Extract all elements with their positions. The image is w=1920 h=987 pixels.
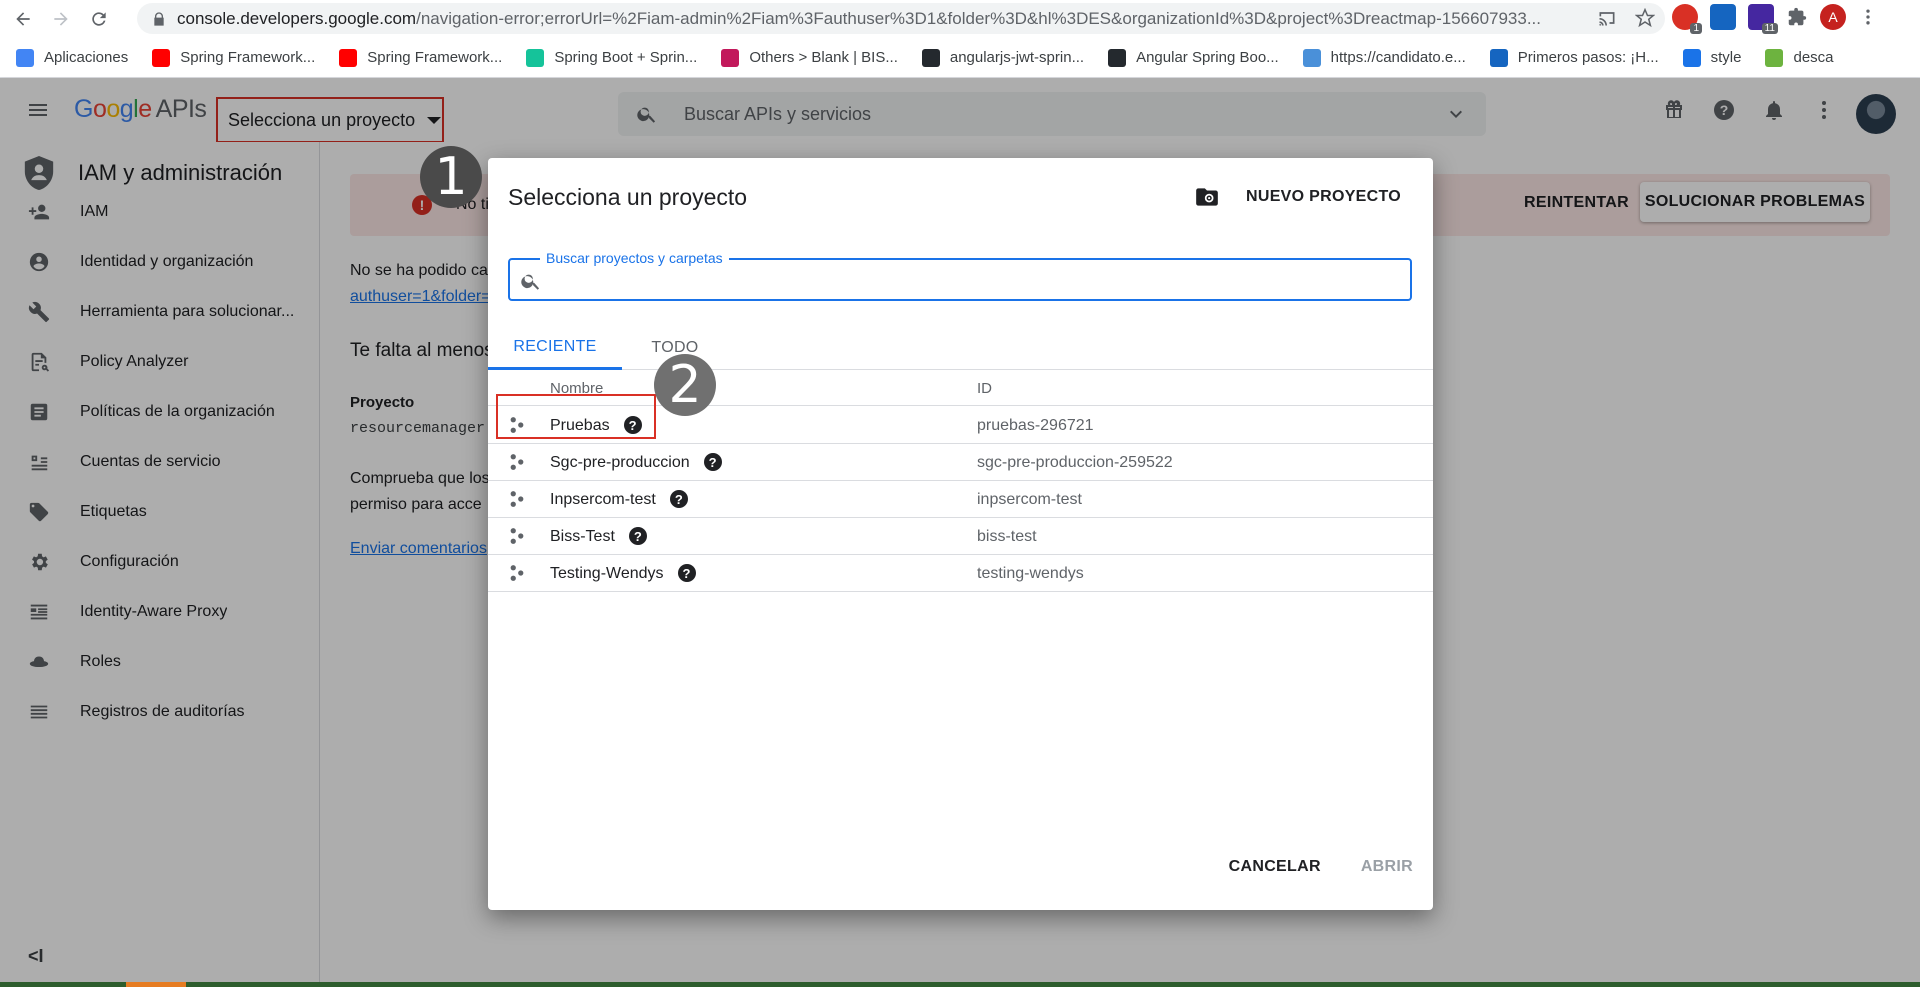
step-marker-2: 2 — [654, 354, 716, 416]
extension-opera-icon[interactable]: 1 — [1672, 4, 1702, 34]
project-hexagon-icon — [510, 454, 524, 470]
project-name: Biss-Test? — [550, 527, 647, 546]
extension-trello-icon[interactable] — [1710, 4, 1736, 30]
help-icon[interactable]: ? — [628, 527, 647, 545]
bookmark-label: Angular Spring Boo... — [1136, 49, 1279, 66]
url-text: console.developers.google.com/navigation… — [177, 8, 1542, 28]
bookmark-item[interactable]: Primeros pasos: ¡H... — [1489, 48, 1659, 67]
project-name: Sgc-pre-produccion? — [550, 453, 722, 472]
bookmark-item[interactable]: desca — [1765, 48, 1834, 67]
apps-grid-icon — [16, 48, 34, 67]
bookmarks-bar: Aplicaciones Spring Framework... Spring Fr… — [0, 38, 1920, 78]
extension-school-icon[interactable]: 11 — [1748, 4, 1778, 34]
box-icon — [721, 48, 740, 67]
bookmark-item[interactable]: angularjs-jwt-sprin... — [921, 48, 1085, 67]
arrow-right-icon — [54, 12, 68, 26]
github-icon — [921, 48, 940, 67]
open-button[interactable]: ABRIR — [1361, 858, 1413, 876]
project-row[interactable]: Biss-Test? biss-test — [488, 518, 1433, 555]
step-marker-1: 1 — [420, 146, 482, 208]
project-row[interactable]: Sgc-pre-produccion? sgc-pre-produccion-25… — [488, 444, 1433, 481]
annotation-highlight-box — [496, 394, 656, 439]
extension-badge: 1 — [1690, 23, 1702, 34]
spring-icon — [1765, 48, 1784, 67]
project-id: pruebas-296721 — [977, 417, 1094, 434]
new-project-button[interactable]: NUEVO PROYECTO — [1194, 184, 1401, 210]
bookmark-label: style — [1710, 49, 1742, 66]
grammarly-icon — [526, 48, 545, 67]
forward-button[interactable] — [46, 4, 76, 34]
tab-reciente[interactable]: RECIENTE — [488, 326, 622, 370]
project-name: Testing-Wendys? — [550, 564, 696, 583]
new-project-label: NUEVO PROYECTO — [1246, 188, 1402, 205]
bookmark-item[interactable]: https://candidato.e... — [1302, 48, 1466, 67]
bookmark-item[interactable]: Aplicaciones — [16, 48, 129, 67]
bookmark-label: Spring Boot + Sprin... — [554, 49, 698, 66]
project-search-input[interactable] — [550, 264, 1400, 296]
bookmark-label: Primeros pasos: ¡H... — [1517, 49, 1659, 66]
browser-toolbar: console.developers.google.com/navigation… — [0, 0, 1920, 38]
project-search-field[interactable]: Buscar proyectos y carpetas — [508, 250, 1412, 301]
project-id: inpsercom-test — [977, 491, 1082, 508]
bookmark-label: Spring Framework... — [367, 49, 503, 66]
help-icon[interactable]: ? — [703, 453, 722, 471]
bookmark-item[interactable]: Spring Framework... — [339, 48, 503, 67]
bookmark-label: Aplicaciones — [44, 49, 129, 66]
project-hexagon-icon — [510, 528, 524, 544]
dialog-title: Selecciona un proyecto — [508, 184, 748, 210]
taskbar-strip — [0, 982, 1920, 987]
profile-avatar[interactable]: A — [1820, 4, 1846, 30]
cast-icon[interactable] — [1597, 8, 1617, 28]
bookmark-label: Spring Framework... — [180, 49, 316, 66]
project-name: Inpsercom-test? — [550, 490, 688, 509]
project-row[interactable]: Inpsercom-test? inpsercom-test — [488, 481, 1433, 518]
star-icon[interactable] — [1635, 8, 1655, 28]
bookmark-item[interactable]: Spring Framework... — [152, 48, 316, 67]
project-id: sgc-pre-produccion-259522 — [977, 454, 1173, 471]
project-id: biss-test — [977, 528, 1037, 545]
bookmark-item[interactable]: style — [1682, 48, 1742, 67]
arrow-left-icon — [16, 12, 30, 26]
extension-badge: 11 — [1761, 23, 1778, 34]
chrome-menu-icon[interactable] — [1858, 4, 1878, 30]
project-row[interactable]: Testing-Wendys? testing-wendys — [488, 555, 1433, 592]
help-icon[interactable]: ? — [669, 490, 688, 508]
bookmark-label: desca — [1793, 49, 1834, 66]
project-hexagon-icon — [510, 491, 524, 507]
project-id: testing-wendys — [977, 565, 1084, 582]
bookmark-label: https://candidato.e... — [1330, 49, 1466, 66]
bookmark-item[interactable]: Spring Boot + Sprin... — [526, 48, 698, 67]
play-icon — [1489, 48, 1508, 67]
address-bar[interactable]: console.developers.google.com/navigation… — [137, 3, 1665, 34]
diamond-icon — [1682, 48, 1701, 67]
select-project-dialog: Selecciona un proyecto NUEVO PROYECTO Bu… — [488, 158, 1433, 910]
github-icon — [1108, 48, 1127, 67]
youtube-icon — [152, 48, 171, 67]
reload-button[interactable] — [84, 4, 114, 34]
puzzle-icon[interactable] — [1786, 6, 1808, 28]
search-icon — [521, 274, 540, 290]
dialog-tabs: RECIENTE TODO — [488, 326, 1433, 370]
bookmark-label: Others > Blank | BIS... — [749, 49, 898, 66]
chart-icon — [1302, 48, 1321, 67]
bookmark-item[interactable]: Others > Blank | BIS... — [721, 48, 898, 67]
column-id-header: ID — [977, 380, 992, 397]
project-hexagon-icon — [510, 565, 524, 581]
back-button[interactable] — [8, 4, 38, 34]
lock-icon — [154, 11, 164, 26]
bookmark-label: angularjs-jwt-sprin... — [949, 49, 1085, 66]
reload-icon — [92, 12, 106, 26]
cancel-button[interactable]: CANCELAR — [1229, 858, 1321, 876]
bookmark-item[interactable]: Angular Spring Boo... — [1108, 48, 1279, 67]
help-icon[interactable]: ? — [677, 564, 696, 582]
youtube-icon — [339, 48, 358, 67]
folder-settings-icon — [1196, 188, 1218, 206]
